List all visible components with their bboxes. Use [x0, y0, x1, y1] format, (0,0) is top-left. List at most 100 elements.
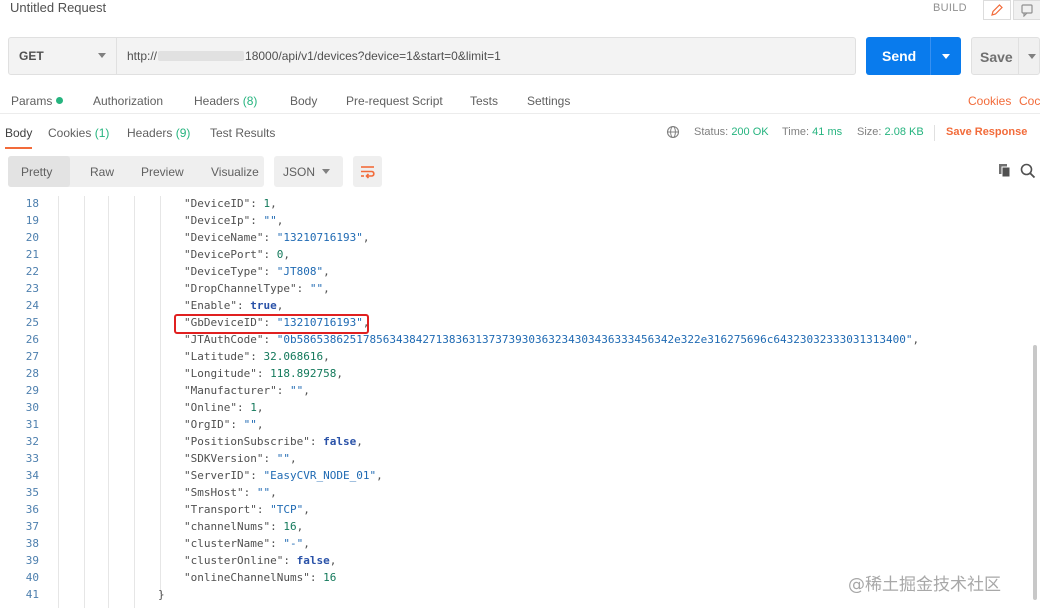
code-line: 34 "ServerID": "EasyCVR_NODE_01", — [0, 469, 1030, 486]
request-tabs: Params Authorization Headers (8) Body Pr… — [0, 88, 1040, 114]
search-icon[interactable] — [1020, 163, 1036, 179]
json-key: "JTAuthCode" — [184, 333, 264, 346]
view-raw[interactable]: Raw — [90, 165, 114, 179]
save-response-button[interactable]: Save Response — [946, 126, 1027, 138]
json-value: 1 — [250, 401, 257, 414]
tab-test-results[interactable]: Test Results — [210, 126, 275, 140]
code-line: 31 "OrgID": "", — [0, 418, 1030, 435]
response-body-editor[interactable]: 18 "DeviceID": 1, 19 "DeviceIp": "", 20 "Devi… — [0, 196, 1036, 608]
line-number: 39 — [25, 554, 39, 567]
code-text: "onlineChannelNums": 16 — [184, 571, 337, 584]
tab-params[interactable]: Params — [11, 94, 64, 108]
copy-icon[interactable] — [998, 163, 1012, 178]
tab-headers-label: Headers — [194, 94, 240, 108]
title-row: Untitled Request BUILD — [0, 0, 1040, 22]
code-line: 20 "DeviceName": "13210716193", — [0, 231, 1030, 248]
editor-scrollbar[interactable] — [1033, 345, 1037, 600]
code-text: "SmsHost": "", — [184, 486, 277, 499]
line-number: 34 — [25, 469, 39, 482]
save-label: Save — [980, 49, 1013, 65]
chevron-down-icon — [98, 53, 106, 58]
json-value: "" — [309, 282, 324, 295]
edit-mode-button[interactable] — [983, 0, 1011, 20]
code-line: 38 "clusterName": "-", — [0, 537, 1030, 554]
tab-headers[interactable]: Headers (8) — [194, 94, 257, 108]
format-select[interactable]: JSON — [274, 156, 343, 187]
code-text: "DeviceName": "13210716193", — [184, 231, 370, 244]
json-key: "ServerID" — [184, 469, 251, 482]
code-text: } — [158, 588, 165, 601]
code-text: "DropChannelType": "", — [184, 282, 330, 295]
json-key: "SDKVersion" — [184, 452, 264, 465]
url-suffix: 18000/api/v1/devices?device=1&start=0&li… — [245, 49, 501, 63]
size-readout: Size: 2.08 KB — [857, 126, 924, 138]
view-bar: Pretty Raw Preview Visualize JSON — [0, 156, 1040, 187]
line-number: 31 — [25, 418, 39, 431]
code-line: 21 "DevicePort": 0, — [0, 248, 1030, 265]
tab-authorization[interactable]: Authorization — [93, 94, 163, 108]
code-line: 24 "Enable": true, — [0, 299, 1030, 316]
line-number: 32 — [25, 435, 39, 448]
request-title[interactable]: Untitled Request — [10, 0, 106, 15]
comment-mode-button[interactable] — [1013, 0, 1040, 20]
code-line: 32 "PositionSubscribe": false, — [0, 435, 1030, 452]
view-pretty[interactable]: Pretty — [21, 165, 52, 179]
code-link[interactable]: Coc — [1019, 94, 1040, 108]
response-cookies-count: (1) — [94, 126, 110, 140]
json-value: "-" — [283, 537, 304, 550]
code-text: "Transport": "TCP", — [184, 503, 310, 516]
json-value: 118.892758 — [270, 367, 337, 380]
tab-response-cookies[interactable]: Cookies (1) — [48, 126, 109, 140]
send-button[interactable]: Send — [866, 37, 961, 75]
json-key: "Enable" — [184, 299, 237, 312]
tab-tests[interactable]: Tests — [470, 94, 498, 108]
wrap-lines-button[interactable] — [353, 156, 382, 187]
line-number: 22 — [25, 265, 39, 278]
json-key: "OrgID" — [184, 418, 231, 431]
globe-icon[interactable] — [666, 125, 680, 139]
code-text: "JTAuthCode": "0b58653862517856343842713… — [184, 333, 920, 346]
tab-response-headers[interactable]: Headers (9) — [127, 126, 190, 140]
url-prefix: http:// — [127, 49, 158, 63]
json-key: "channelNums" — [184, 520, 271, 533]
json-value: 0 — [276, 248, 284, 261]
line-number: 40 — [25, 571, 39, 584]
save-divider — [1018, 38, 1019, 74]
json-value: 32.068616 — [263, 350, 324, 363]
json-key: "DeviceName" — [184, 231, 264, 244]
code-line: 29 "Manufacturer": "", — [0, 384, 1030, 401]
tab-response-body[interactable]: Body — [5, 126, 33, 149]
tab-params-label: Params — [11, 94, 53, 108]
view-preview[interactable]: Preview — [141, 165, 184, 179]
tab-prerequest-script[interactable]: Pre-request Script — [346, 94, 443, 108]
code-line: 39 "clusterOnline": false, — [0, 554, 1030, 571]
code-text: "Longitude": 118.892758, — [184, 367, 343, 380]
json-key: "DeviceType" — [184, 265, 264, 278]
tab-body[interactable]: Body — [290, 94, 317, 108]
line-number: 30 — [25, 401, 39, 414]
method-select[interactable]: GET — [8, 37, 117, 75]
send-dropdown-icon[interactable] — [942, 54, 950, 59]
code-text: "Latitude": 32.068616, — [184, 350, 330, 363]
code-line: 23 "DropChannelType": "", — [0, 282, 1030, 299]
save-dropdown-icon[interactable] — [1028, 54, 1036, 59]
url-input[interactable]: http:// 18000/api/v1/devices?device=1&sta… — [117, 37, 856, 75]
tab-settings[interactable]: Settings — [527, 94, 570, 108]
save-button[interactable]: Save — [971, 37, 1040, 75]
comment-icon — [1021, 4, 1033, 17]
json-value: "" — [256, 486, 271, 499]
view-visualize[interactable]: Visualize — [211, 165, 259, 179]
line-number: 38 — [25, 537, 39, 550]
code-line: 36 "Transport": "TCP", — [0, 503, 1030, 520]
build-mode-label[interactable]: BUILD — [933, 2, 967, 14]
time-readout: Time: 41 ms — [782, 126, 842, 138]
line-number: 36 — [25, 503, 39, 516]
size-value: 2.08 KB — [884, 126, 924, 138]
cookies-link[interactable]: Cookies — [968, 94, 1011, 108]
line-number: 27 — [25, 350, 39, 363]
view-mode-segment: Pretty Raw Preview Visualize — [8, 156, 264, 187]
time-label: Time: — [782, 126, 810, 138]
code-text: "clusterOnline": false, — [184, 554, 337, 567]
code-text: "DeviceID": 1, — [184, 197, 277, 210]
json-key: "Transport" — [184, 503, 257, 516]
